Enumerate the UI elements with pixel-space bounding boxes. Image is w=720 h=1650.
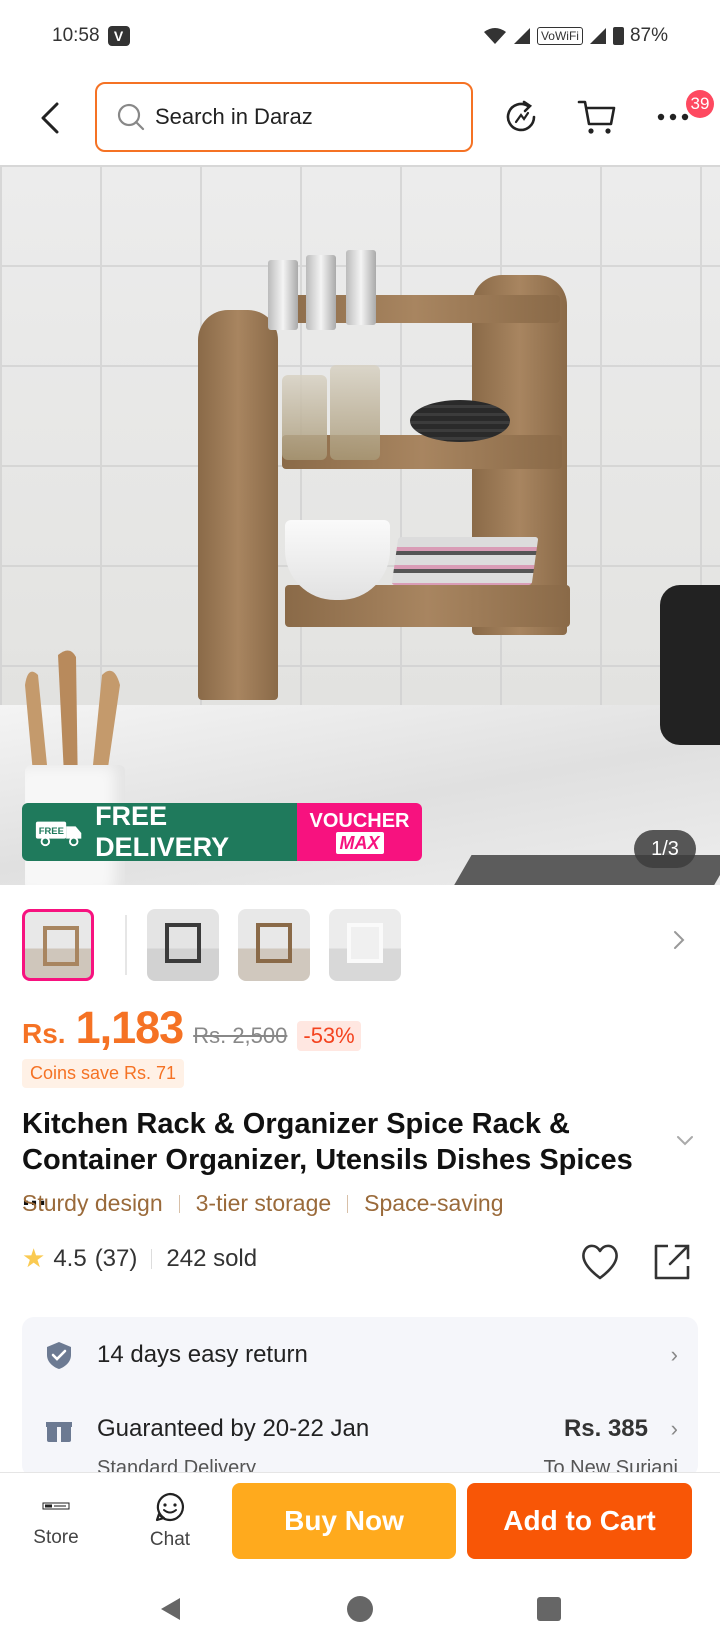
feature-tags: Sturdy design 3-tier storage Space-savin… [22, 1190, 504, 1217]
feature-divider [347, 1194, 349, 1213]
thumbnail-4[interactable] [329, 909, 401, 981]
thumbnail-divider [125, 915, 127, 975]
return-row[interactable]: 14 days easy return › [22, 1325, 698, 1385]
service-panel: 14 days easy return › Guaranteed by 20-2… [22, 1317, 698, 1477]
search-input[interactable]: Search in Daraz [95, 82, 473, 152]
wifi-icon [483, 28, 506, 44]
discount-badge: -53% [297, 1021, 361, 1051]
cart-icon [577, 100, 616, 134]
truck-icon: FREE [35, 821, 82, 847]
vowifi-label: VoWiFi [536, 27, 583, 45]
share-button[interactable] [650, 1240, 694, 1284]
stacked-books [391, 537, 539, 585]
more-badge: 39 [686, 90, 714, 118]
feature-tag: Space-saving [364, 1190, 504, 1216]
gift-box-icon [46, 1420, 72, 1442]
signal-icon [513, 28, 530, 44]
voucher-max-label: MAX [335, 832, 384, 854]
buy-now-button[interactable]: Buy Now [232, 1483, 456, 1559]
spice-shakers [268, 250, 378, 335]
free-tag: FREE [39, 826, 64, 837]
heart-icon [582, 1244, 618, 1280]
battery-percent: 87% [629, 25, 668, 46]
chevron-right-icon: › [670, 1342, 678, 1367]
price-currency: Rs. [22, 1018, 66, 1049]
refresh-icon [506, 100, 536, 132]
voucher-label: VOUCHER [309, 810, 410, 832]
status-bar: 10:58 V VoWiFi 87% [0, 0, 720, 72]
chevron-right-icon [674, 931, 685, 949]
system-recents-icon[interactable] [534, 1594, 564, 1624]
store-label: Store [33, 1527, 79, 1548]
add-to-cart-button[interactable]: Add to Cart [467, 1483, 692, 1559]
voucher-max-badge: VOUCHER MAX [297, 803, 422, 861]
wishlist-button[interactable] [578, 1240, 622, 1284]
battery-icon [612, 27, 624, 45]
status-time: 10:58 [52, 25, 100, 46]
coins-save-badge: Coins save Rs. 71 [22, 1059, 185, 1088]
rating-count: (37) [94, 1244, 138, 1272]
promo-banner[interactable]: FREE FREE DELIVERY VOUCHER MAX [22, 803, 422, 861]
delivery-row[interactable]: Guaranteed by 20-22 Jan Rs. 385 › [22, 1399, 698, 1459]
cooking-pot [660, 585, 720, 745]
return-text: 14 days easy return [97, 1341, 308, 1368]
thumbnail-3[interactable] [238, 909, 310, 981]
cart-button[interactable] [574, 94, 620, 140]
image-counter: 1/3 [634, 830, 696, 868]
shield-check-icon [47, 1342, 71, 1369]
delivery-text: Guaranteed by 20-22 Jan [97, 1415, 370, 1442]
chevron-right-icon: › [670, 1416, 678, 1441]
system-nav-bar [0, 1572, 720, 1650]
share-icon [654, 1244, 690, 1280]
price-row: Rs. 1,183 Rs. 2,500 -53% [22, 1002, 361, 1054]
price-current: 1,183 [75, 1002, 185, 1053]
carrier-badge: V [107, 26, 130, 46]
price-original: Rs. 2,500 [193, 1023, 288, 1048]
chat-button[interactable]: Chat [130, 1491, 210, 1551]
refresh-button[interactable] [498, 94, 544, 140]
delivery-price: Rs. 385 [563, 1415, 648, 1442]
product-image[interactable]: FREE FREE DELIVERY VOUCHER MAX 1/3 [0, 165, 720, 885]
back-button[interactable] [30, 98, 70, 138]
title-expand[interactable] [676, 1130, 694, 1153]
free-delivery-label: FREE DELIVERY [95, 803, 230, 861]
rating-row[interactable]: ★ 4.5 (37) 242 sold [22, 1243, 257, 1274]
sold-count: 242 sold [166, 1244, 258, 1272]
rating-value: 4.5 [53, 1244, 87, 1272]
search-placeholder: Search in Daraz [155, 104, 313, 129]
store-button[interactable]: Store [16, 1491, 96, 1549]
bottom-action-bar: Store Chat Buy Now Add to Cart [0, 1472, 720, 1572]
glass-jars [282, 365, 392, 460]
system-home-icon[interactable] [345, 1594, 375, 1624]
feature-tag: Sturdy design [22, 1190, 163, 1216]
thumbnail-1[interactable] [22, 909, 94, 981]
thumbnail-strip [0, 885, 720, 991]
rating-divider [151, 1248, 153, 1269]
chat-icon [155, 1492, 185, 1522]
feature-divider [178, 1194, 180, 1213]
star-icon: ★ [22, 1243, 46, 1273]
back-icon [41, 102, 59, 134]
feature-tag: 3-tier storage [195, 1190, 332, 1216]
system-back-icon[interactable] [156, 1594, 186, 1624]
search-icon [117, 103, 145, 131]
more-icon [657, 113, 689, 121]
top-nav: Search in Daraz [0, 72, 720, 164]
store-icon [42, 1502, 70, 1510]
free-delivery-badge: FREE FREE DELIVERY [22, 803, 297, 861]
chat-label: Chat [149, 1529, 191, 1550]
thumbnail-2[interactable] [147, 909, 219, 981]
rack-left-panel [198, 310, 278, 700]
chevron-down-icon [677, 1136, 693, 1146]
signal-icon-2 [589, 28, 606, 44]
black-plates [410, 400, 510, 442]
thumbnail-next[interactable] [672, 927, 696, 957]
